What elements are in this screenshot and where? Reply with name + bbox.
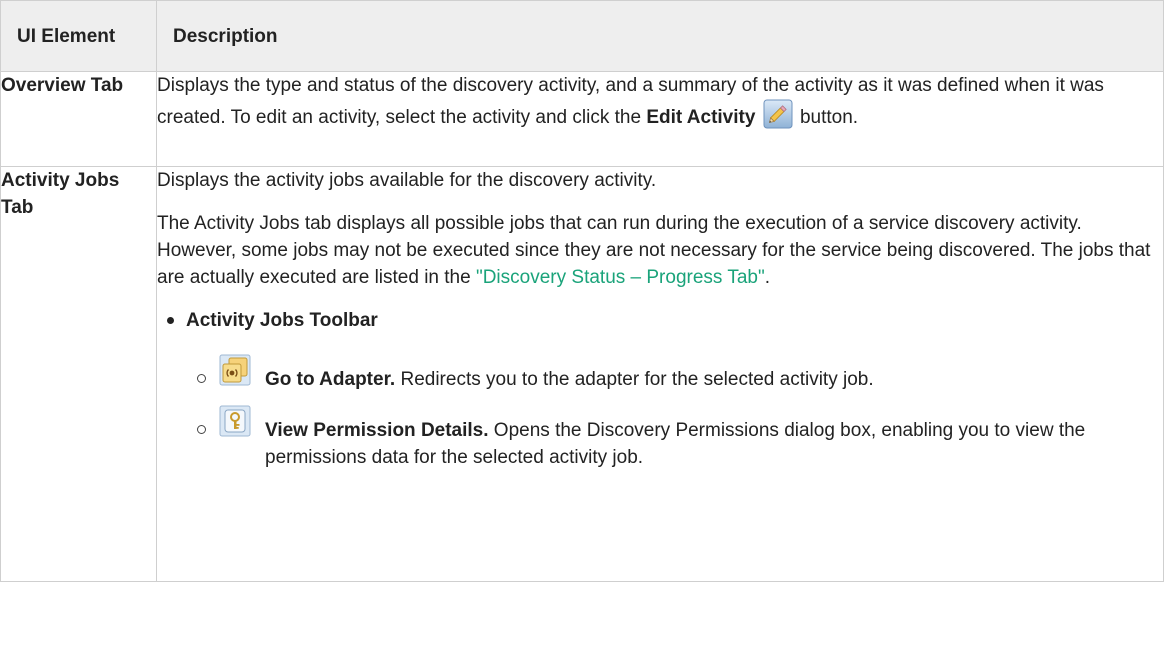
table-row: Overview Tab Displays the type and statu… [0,71,1164,167]
go-to-adapter-text: Redirects you to the adapter for the sel… [395,369,874,390]
bullet-dot-icon [167,317,174,324]
table-row: Activity Jobs Tab Displays the activity … [0,166,1164,582]
go-to-adapter-icon [219,354,251,386]
table-header-row: UI Element Description [0,0,1164,72]
bullet-circle-icon [197,425,206,434]
discovery-status-progress-tab-link[interactable]: "Discovery Status – Progress Tab" [476,267,765,288]
activity-jobs-toolbar-item: Activity Jobs Toolbar [157,307,1163,334]
row-label-activity-jobs: Activity Jobs Tab [0,166,157,582]
jobs-intro-text: Displays the activity jobs available for… [157,170,657,191]
view-permission-details-icon [219,405,251,437]
overview-text: Displays the type and status of the disc… [157,75,1104,128]
row-description-activity-jobs: Displays the activity jobs available for… [156,166,1164,582]
view-permission-details-description: View Permission Details. Opens the Disco… [237,417,1163,471]
jobs-detail-paragraph: The Activity Jobs tab displays all possi… [157,210,1163,291]
header-ui-element-label: UI Element [17,25,116,47]
header-description-label: Description [173,25,278,47]
header-description: Description [156,0,1164,72]
ui-elements-table: UI Element Description Overview Tab Disp… [0,0,1164,582]
header-ui-element: UI Element [0,0,157,72]
view-permission-details-label: View Permission Details. [265,420,489,441]
jobs-detail-end: . [764,267,771,288]
go-to-adapter-label: Go to Adapter. [265,369,396,390]
row-description-overview: Displays the type and status of the disc… [156,71,1164,167]
overview-after-text: button. [794,107,859,128]
activity-jobs-toolbar-title: Activity Jobs Toolbar [186,310,378,331]
pencil-edit-icon [763,99,793,129]
list-item-go-to-adapter: Go to Adapter. Redirects you to the adap… [157,354,1163,393]
go-to-adapter-description: Go to Adapter. Redirects you to the adap… [237,366,1163,393]
bullet-circle-icon [197,374,206,383]
list-item-view-permission-details: View Permission Details. Opens the Disco… [157,405,1163,471]
edit-activity-label: Edit Activity [646,107,756,128]
row-label-overview: Overview Tab [0,71,157,167]
